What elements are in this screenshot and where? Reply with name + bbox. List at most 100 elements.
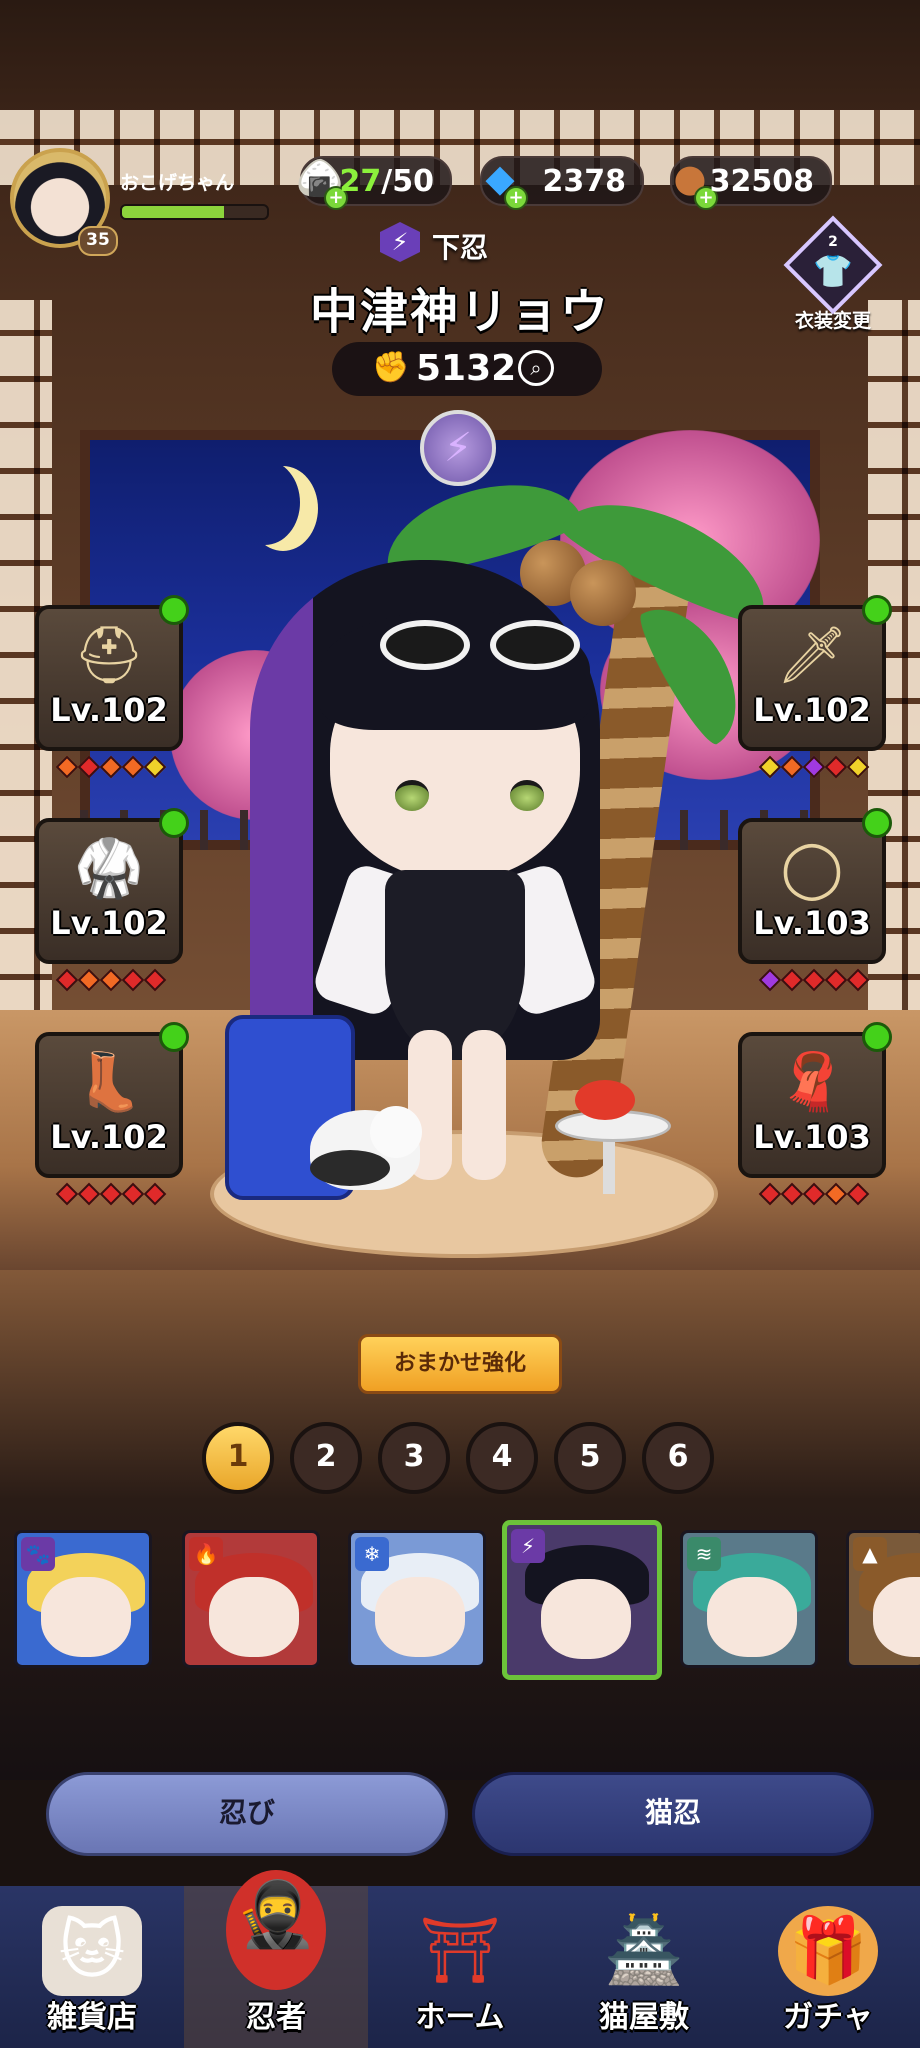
scarf-icon: 🧣 (777, 1050, 847, 1115)
gacha-icon: 🎁 (778, 1906, 878, 1996)
team-button-5[interactable]: 5 (554, 1422, 626, 1494)
team-button-2[interactable]: 2 (290, 1422, 362, 1494)
search-icon[interactable]: ⌕ (518, 350, 554, 386)
character-card[interactable]: ▲ (846, 1530, 920, 1668)
lightning-element-orb[interactable]: ⚡ (420, 410, 496, 486)
equip-slot-head[interactable]: ⛑ Lv.102 (35, 595, 189, 779)
character-card[interactable]: ≋ (680, 1530, 818, 1668)
swimsuit (385, 870, 525, 1060)
gem (824, 1182, 848, 1206)
gem (99, 755, 123, 779)
gem (758, 755, 782, 779)
player-profile[interactable]: 35 おこげちゃん (10, 148, 280, 256)
upgrade-available-dot (862, 595, 892, 625)
gem (99, 968, 123, 992)
character-card[interactable]: ❄ (348, 1530, 486, 1668)
slot-gems (41, 755, 181, 779)
gem (802, 968, 826, 992)
character-roster[interactable]: 🐾 🔥 ❄ ⚡ ≋ ▲ (14, 1520, 920, 1680)
nav-gacha[interactable]: 🎁 ガチャ (736, 1886, 920, 2048)
equip-slot-weapon[interactable]: 🗡 Lv.102 (738, 595, 892, 779)
boots-icon: 👢 (74, 1050, 144, 1115)
equip-slot-body[interactable]: 🥋 Lv.102 (35, 808, 189, 992)
team-button-6[interactable]: 6 (642, 1422, 714, 1494)
tab-nekonin[interactable]: 猫忍 (472, 1772, 874, 1856)
equip-slot-feet[interactable]: 👢 Lv.102 (35, 1022, 189, 1206)
character-card-selected[interactable]: ⚡ (502, 1520, 662, 1680)
gem (121, 968, 145, 992)
gem (55, 968, 79, 992)
gem (846, 1182, 870, 1206)
tab-shinobi[interactable]: 忍び (46, 1772, 448, 1856)
upgrade-available-dot (159, 595, 189, 625)
ninja-icon: 🥷 (226, 1870, 326, 1990)
upgrade-available-dot (159, 1022, 189, 1052)
auto-enhance-button[interactable]: おまかせ強化 (358, 1334, 562, 1394)
gem (143, 968, 167, 992)
torii-icon: ⛩ (419, 1914, 501, 1988)
ice-element-icon: ❄ (355, 1537, 389, 1571)
equip-slot-accessory[interactable]: ◯ Lv.103 (738, 808, 892, 992)
character-name: 中津神リョウ (309, 284, 610, 340)
card-face (707, 1577, 797, 1657)
seagull-wing (310, 1150, 390, 1186)
slot-level: Lv.102 (50, 1118, 168, 1156)
kunai-icon: 🗡 (776, 623, 848, 688)
fist-icon: ✊ (372, 350, 410, 385)
coin-counter[interactable]: ● + 32508 (670, 156, 832, 210)
nav-label: 忍者 (246, 2000, 306, 2035)
add-gems-button[interactable]: + (504, 186, 528, 210)
gem (780, 1182, 804, 1206)
upgrade-available-dot (862, 808, 892, 838)
team-button-1[interactable]: 1 (202, 1422, 274, 1494)
shop-cat-icon: 🐱 (42, 1906, 142, 1996)
rank-label: 下忍 (432, 231, 489, 264)
player-level-badge: 35 (78, 226, 118, 256)
character-leg (462, 1030, 506, 1180)
bottom-navigation: 🐱 雑貨店 🥷 忍者 ⛩ ホーム 🏯 猫屋敷 🎁 ガチャ (0, 1870, 920, 2048)
coconut (570, 560, 636, 626)
gem (77, 1182, 101, 1206)
combat-power[interactable]: ✊ 5132 ⌕ (332, 342, 602, 396)
exp-bar-fill (122, 206, 224, 218)
stamina-counter[interactable]: 🍙 + 27/50 (296, 156, 452, 210)
gem (121, 755, 145, 779)
earth-element-icon: ▲ (853, 1537, 887, 1571)
nav-shop[interactable]: 🐱 雑貨店 (0, 1886, 184, 2048)
character-card[interactable]: 🔥 (182, 1530, 320, 1668)
slot-level: Lv.103 (753, 904, 871, 942)
nav-cat-mansion[interactable]: 🏯 猫屋敷 (552, 1886, 736, 2048)
card-face (209, 1577, 299, 1657)
gem (121, 1182, 145, 1206)
exp-bar (120, 204, 269, 220)
upgrade-available-dot (159, 808, 189, 838)
seagull-head (370, 1106, 422, 1158)
upgrade-available-dot (862, 1022, 892, 1052)
gem (143, 1182, 167, 1206)
equip-slot-neck[interactable]: 🧣 Lv.103 (738, 1022, 892, 1206)
coin-value: 32508 (709, 164, 814, 199)
character-card[interactable]: 🐾 (14, 1530, 152, 1668)
team-button-3[interactable]: 3 (378, 1422, 450, 1494)
gem-counter[interactable]: ◆ + 2378 (480, 156, 644, 210)
card-face (375, 1577, 465, 1657)
headband-icon: ⛑ (73, 623, 145, 688)
slot-gems (41, 1182, 181, 1206)
combat-power-value: 5132 (416, 348, 517, 389)
slot-gems (744, 755, 884, 779)
nav-ninja[interactable]: 🥷 忍者 (184, 1870, 368, 2048)
slot-level: Lv.102 (753, 691, 871, 729)
nav-home[interactable]: ⛩ ホーム (368, 1886, 552, 2048)
nav-label: 猫屋敷 (599, 2000, 689, 2035)
gem-value: 2378 (542, 164, 627, 199)
slot-gems (41, 968, 181, 992)
slot-gems (744, 968, 884, 992)
team-button-4[interactable]: 4 (466, 1422, 538, 1494)
character-eye (510, 780, 544, 811)
gem (846, 755, 870, 779)
nav-label: ホーム (415, 2000, 505, 2035)
gem (802, 755, 826, 779)
gem (77, 968, 101, 992)
lightning-element-icon: ⚡ (511, 1529, 545, 1563)
gem (99, 1182, 123, 1206)
